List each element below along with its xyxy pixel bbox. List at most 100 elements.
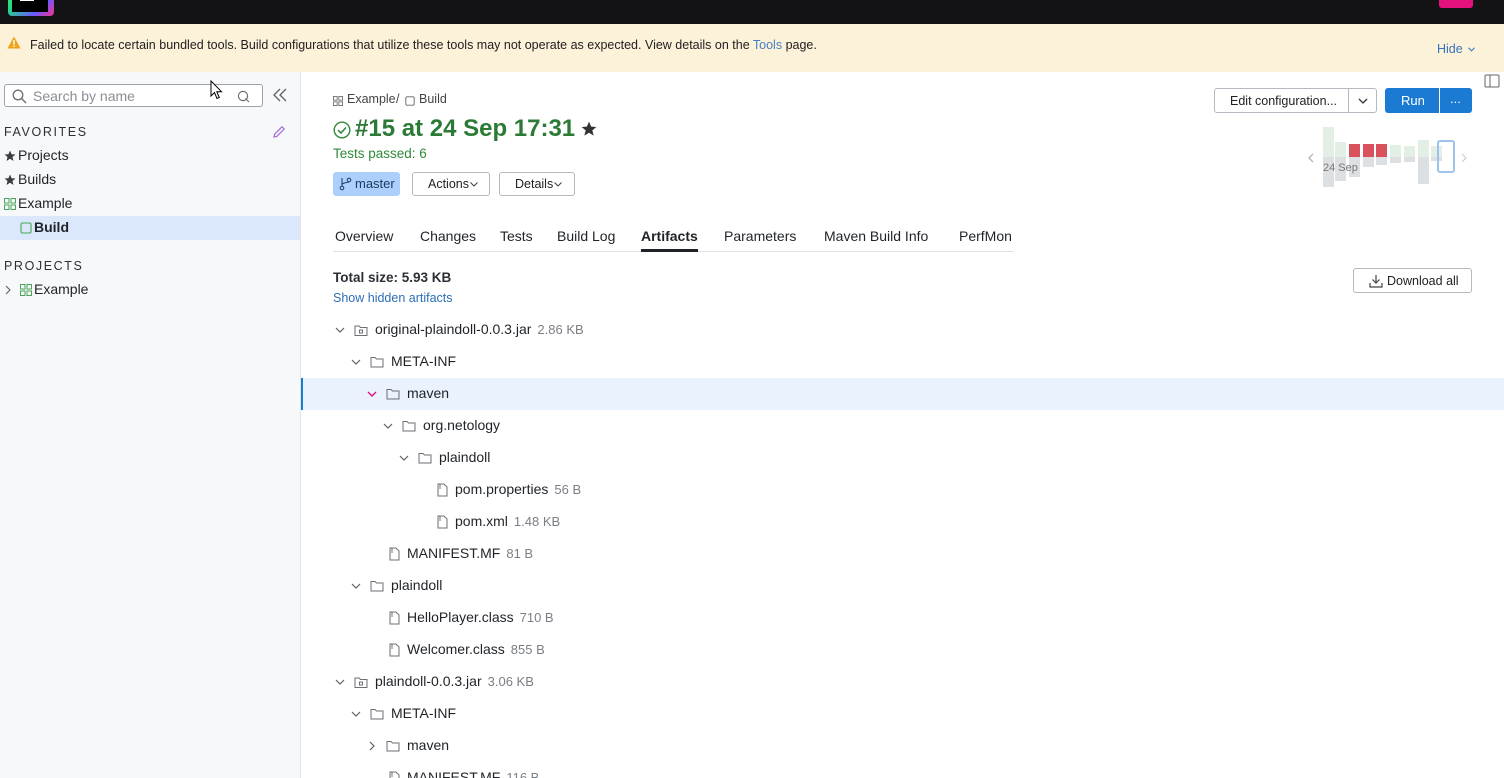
- history-bar[interactable]: [1376, 144, 1387, 157]
- tree-row-selected[interactable]: maven: [301, 378, 1504, 410]
- chevron-down-icon[interactable]: [351, 709, 361, 719]
- teamcity-logo-icon[interactable]: [8, 0, 54, 16]
- project-icon: [20, 284, 32, 296]
- chevron-right-icon[interactable]: [5, 285, 11, 295]
- tab-changes[interactable]: Changes: [420, 228, 476, 244]
- chevron-down-icon[interactable]: [1358, 98, 1368, 104]
- history-bar[interactable]: [1349, 144, 1360, 157]
- projects-heading: PROJECTS: [4, 259, 84, 273]
- actions-button[interactable]: Actions: [412, 172, 490, 196]
- tree-row[interactable]: original-plaindoll-0.0.3.jar 2.86 KB: [301, 314, 1504, 346]
- build-title: #15 at 24 Sep 17:31: [355, 115, 576, 142]
- tree-node-name: original-plaindoll-0.0.3.jar 2.86 KB: [375, 321, 584, 337]
- tree-row[interactable]: plaindoll: [301, 442, 1504, 474]
- chevron-down-icon[interactable]: [367, 389, 377, 399]
- tree-row[interactable]: META-INF: [301, 346, 1504, 378]
- tree-row[interactable]: plaindoll-0.0.3.jar 3.06 KB: [301, 666, 1504, 698]
- chevron-down-icon[interactable]: [351, 581, 361, 591]
- tree-row[interactable]: MANIFEST.MF 116 B: [301, 762, 1504, 778]
- history-bar[interactable]: [1390, 157, 1401, 163]
- tab-parameters[interactable]: Parameters: [724, 228, 796, 244]
- edit-pencil-icon[interactable]: [271, 124, 287, 140]
- tools-link[interactable]: Tools: [753, 38, 782, 52]
- history-bar[interactable]: [1404, 157, 1415, 162]
- history-bar[interactable]: [1363, 144, 1374, 157]
- history-bar[interactable]: [1323, 127, 1334, 157]
- tree-row[interactable]: META-INF: [301, 698, 1504, 730]
- tree-row[interactable]: Welcomer.class 855 B: [301, 634, 1504, 666]
- tab-artifacts[interactable]: Artifacts: [641, 228, 698, 244]
- sidebar-item-project-example[interactable]: Example: [0, 278, 300, 302]
- hide-banner-button[interactable]: Hide: [1437, 42, 1476, 56]
- history-bar[interactable]: [1431, 157, 1442, 161]
- tree-row[interactable]: MANIFEST.MF 81 B: [301, 538, 1504, 570]
- run-options-button[interactable]: ...: [1440, 88, 1472, 113]
- query-help-icon[interactable]: [237, 90, 250, 103]
- archive-icon: [354, 677, 368, 688]
- history-bar[interactable]: [1363, 157, 1374, 167]
- history-bar[interactable]: [1404, 146, 1415, 157]
- file-icon: [389, 771, 400, 778]
- breadcrumb-build-link[interactable]: Build: [419, 92, 447, 106]
- sidebar-item-build[interactable]: Build: [0, 216, 300, 240]
- sidebar-item-example[interactable]: Example: [0, 192, 300, 216]
- tree-row[interactable]: pom.xml 1.48 KB: [301, 506, 1504, 538]
- build-config-icon: [20, 222, 32, 234]
- user-avatar[interactable]: [1439, 0, 1473, 8]
- history-bar[interactable]: [1376, 157, 1387, 165]
- history-bar[interactable]: [1335, 142, 1346, 157]
- tree-node-name: plaindoll-0.0.3.jar 3.06 KB: [375, 673, 534, 689]
- folder-icon: [370, 357, 384, 368]
- folder-icon: [386, 741, 400, 752]
- build-history-chart[interactable]: [1305, 122, 1470, 190]
- sidebar-item-builds[interactable]: Builds: [0, 168, 300, 192]
- tree-row[interactable]: org.netology: [301, 410, 1504, 442]
- tree-node-name: plaindoll: [391, 577, 443, 593]
- project-icon: [333, 96, 343, 106]
- tree-row[interactable]: pom.properties 56 B: [301, 474, 1504, 506]
- file-icon: [437, 483, 448, 497]
- tab-tests[interactable]: Tests: [500, 228, 533, 244]
- details-button[interactable]: Details: [499, 172, 575, 196]
- chevron-down-icon[interactable]: [399, 453, 409, 463]
- download-all-button[interactable]: Download all: [1353, 268, 1472, 293]
- tab-build-log[interactable]: Build Log: [557, 228, 615, 244]
- tree-row[interactable]: plaindoll: [301, 570, 1504, 602]
- chevron-down-icon[interactable]: [335, 325, 345, 335]
- chevron-down-icon[interactable]: [335, 677, 345, 687]
- breadcrumb-project-link[interactable]: Example: [347, 92, 396, 106]
- build-status-text[interactable]: Tests passed: 6: [333, 146, 427, 161]
- tree-row[interactable]: maven: [301, 730, 1504, 762]
- edit-configuration-button[interactable]: Edit configuration...: [1214, 88, 1377, 113]
- history-bar[interactable]: [1418, 157, 1429, 184]
- run-button[interactable]: Run: [1385, 88, 1439, 113]
- collapse-sidebar-icon[interactable]: [272, 88, 288, 102]
- tab-maven-build-info[interactable]: Maven Build Info: [824, 228, 928, 244]
- success-check-icon: [333, 121, 351, 139]
- star-icon[interactable]: [581, 121, 597, 137]
- tree-node-name: pom.xml 1.48 KB: [455, 513, 561, 529]
- show-hidden-artifacts-link[interactable]: Show hidden artifacts: [333, 291, 453, 305]
- mouse-cursor-icon: [210, 80, 223, 100]
- chevron-right-icon[interactable]: [1461, 153, 1467, 163]
- file-icon: [389, 643, 400, 657]
- sidebar-panel-icon[interactable]: [1484, 73, 1502, 89]
- search-input[interactable]: [33, 87, 213, 104]
- search-box[interactable]: [4, 84, 263, 107]
- tab-perfmon[interactable]: PerfMon: [959, 228, 1012, 244]
- chevron-down-icon[interactable]: [351, 357, 361, 367]
- chevron-left-icon[interactable]: [1308, 153, 1314, 163]
- history-bar[interactable]: [1390, 145, 1401, 157]
- active-tab-indicator: [641, 249, 698, 252]
- tab-overview[interactable]: Overview: [335, 228, 393, 244]
- history-bar[interactable]: [1418, 140, 1429, 157]
- tree-row[interactable]: HelloPlayer.class 710 B: [301, 602, 1504, 634]
- chevron-down-icon: [470, 182, 478, 187]
- sidebar-item-projects[interactable]: Projects: [0, 144, 300, 168]
- chevron-down-icon[interactable]: [383, 421, 393, 431]
- chevron-right-icon[interactable]: [367, 741, 377, 751]
- history-bar[interactable]: [1431, 146, 1442, 157]
- top-bar: [0, 0, 1504, 24]
- history-date-label: 24 Sep: [1323, 162, 1358, 174]
- branch-chip[interactable]: master: [333, 172, 400, 196]
